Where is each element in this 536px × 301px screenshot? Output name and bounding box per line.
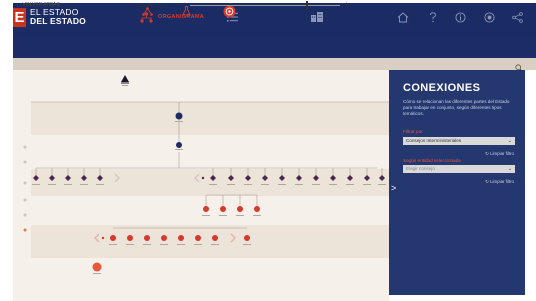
panel-collapse-icon[interactable]: > xyxy=(391,183,396,193)
filter-select-value: Consejos Interministeriales xyxy=(406,138,462,143)
back-link[interactable]: ← VOLVER ATRÁS xyxy=(16,2,60,8)
flask-view-button[interactable] xyxy=(179,4,193,18)
node-top[interactable] xyxy=(121,75,129,82)
target-view-button[interactable] xyxy=(222,4,236,18)
filter-label: Filtrar por xyxy=(403,129,423,134)
entity-label: Según entidad seleccionada xyxy=(403,158,461,163)
flask-icon xyxy=(181,6,191,16)
brand-title[interactable]: EL ESTADO DEL ESTADO xyxy=(30,8,86,26)
node-top-caption xyxy=(122,85,128,86)
share-button[interactable] xyxy=(509,9,525,25)
zoom-bar xyxy=(13,289,389,301)
connector-lines xyxy=(31,101,389,229)
view-mode-bar xyxy=(13,36,536,58)
ministry-group-right[interactable] xyxy=(210,175,385,181)
page-edge-bottom xyxy=(389,295,536,301)
info-icon xyxy=(454,11,466,23)
help-icon xyxy=(430,11,436,22)
zoom-label: ZOOM TOOL xyxy=(139,3,167,8)
zoom-in-button[interactable]: + xyxy=(344,0,349,9)
search-button[interactable] xyxy=(515,59,525,72)
home-icon xyxy=(397,11,409,22)
scroll-left-icon[interactable] xyxy=(94,233,100,243)
entity-select-placeholder: Elegir consejo xyxy=(406,166,435,171)
node-bottom[interactable] xyxy=(92,262,102,272)
record-icon xyxy=(483,11,495,23)
ministry-group-left[interactable] xyxy=(33,175,103,181)
chevron-down-icon: ⌄ xyxy=(507,138,512,144)
filter-select[interactable]: Consejos Interministeriales ⌄ xyxy=(403,137,515,145)
clear-filter-link[interactable]: ↻ Limpiar filtro xyxy=(485,151,514,157)
back-bar xyxy=(13,58,536,70)
record-button[interactable] xyxy=(481,9,497,25)
zoom-slider-track[interactable] xyxy=(190,5,340,6)
panel-description: Cómo se relacionan las diferentes partes… xyxy=(403,99,510,116)
zoom-out-button[interactable]: − xyxy=(175,0,180,9)
brand-line-2: DEL ESTADO xyxy=(30,16,86,26)
chevron-down-icon: ⌄ xyxy=(507,166,512,172)
connections-panel: CONEXIONES Cómo se relacionan las difere… xyxy=(389,70,525,295)
building-icon xyxy=(311,12,323,22)
agency-group-upper[interactable] xyxy=(203,206,260,212)
help-button[interactable] xyxy=(425,9,441,25)
level-markers xyxy=(23,145,27,232)
home-button[interactable] xyxy=(395,9,411,25)
entity-select[interactable]: Elegir consejo ⌄ xyxy=(403,165,515,173)
page-edge xyxy=(525,70,536,301)
share-icon xyxy=(511,11,523,23)
logo-icon[interactable]: E xyxy=(13,8,26,27)
target-icon xyxy=(223,5,235,17)
node-top-base xyxy=(121,82,129,84)
organigram-graph xyxy=(23,75,389,274)
clear-entity-link[interactable]: ↻ Limpiar filtro xyxy=(485,179,514,185)
organigram-canvas[interactable] xyxy=(13,70,389,295)
panel-title: CONEXIONES xyxy=(403,82,481,94)
agency-group-lower[interactable] xyxy=(110,235,250,241)
scroll-left-icon[interactable] xyxy=(194,173,200,183)
info-button[interactable] xyxy=(452,9,468,25)
zoom-slider-thumb[interactable] xyxy=(306,1,308,10)
node-level-2[interactable] xyxy=(175,112,183,120)
nav-institutions-tab[interactable] xyxy=(310,9,324,25)
scroll-right-icon[interactable] xyxy=(114,173,120,183)
node-level-3[interactable] xyxy=(176,142,182,148)
scroll-right-icon[interactable] xyxy=(230,233,236,243)
